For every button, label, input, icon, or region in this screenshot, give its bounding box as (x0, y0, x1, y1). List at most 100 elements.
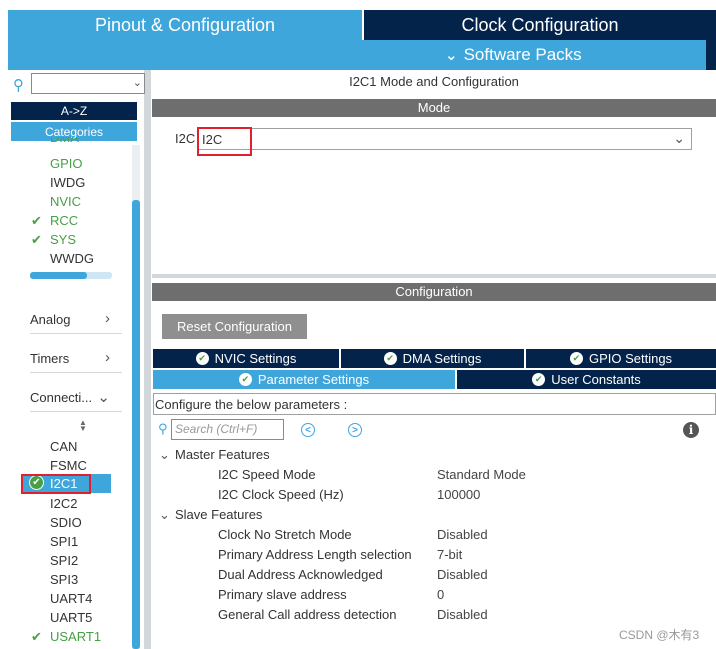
list-item-fsmc[interactable]: FSMC (50, 458, 87, 473)
section-splitter[interactable] (152, 274, 716, 278)
i2c-mode-select[interactable]: I2C ⌄ (198, 128, 692, 150)
panel-splitter[interactable] (144, 70, 151, 649)
component-search-combo[interactable]: ⌄ (31, 73, 145, 94)
next-match-icon[interactable]: > (348, 423, 362, 437)
list-item-spi2[interactable]: SPI2 (50, 553, 78, 568)
group-slave-features[interactable]: ⌄ Slave Features (159, 507, 262, 523)
category-label: Connecti... (30, 390, 93, 405)
tab-label: NVIC Settings (214, 351, 297, 366)
param-name: I2C Speed Mode (218, 467, 316, 482)
reset-configuration-button[interactable]: Reset Configuration (162, 314, 307, 339)
tab-label: DMA Settings (402, 351, 482, 366)
checkmark-icon: ✔ (31, 232, 42, 247)
param-name: Primary slave address (218, 587, 347, 602)
mode-config-title: I2C1 Mode and Configuration (349, 74, 519, 89)
tree-scrollbar-thumb[interactable] (132, 200, 140, 649)
list-item-uart4[interactable]: UART4 (50, 591, 92, 606)
chevron-down-icon: ⌄ (159, 447, 170, 462)
group-label: Master Features (175, 447, 270, 462)
previous-match-icon[interactable]: < (301, 423, 315, 437)
param-name: I2C Clock Speed (Hz) (218, 487, 344, 502)
chevron-right-icon: › (105, 349, 110, 366)
highlight-box (197, 127, 252, 156)
category-label: Timers (30, 351, 70, 366)
i2c-mode-label: I2C (175, 131, 196, 146)
param-value[interactable]: Disabled (437, 607, 488, 622)
list-item-rcc[interactable]: RCC (50, 213, 78, 228)
param-name: Clock No Stretch Mode (218, 527, 352, 542)
param-value[interactable]: Disabled (437, 567, 488, 582)
mode-section-header: Mode (152, 99, 716, 117)
chevron-down-icon: ⌄ (159, 507, 170, 522)
list-item-usart1[interactable]: USART1 (50, 629, 101, 644)
chevron-down-icon: ⌄ (97, 389, 110, 406)
sub-toolbar (8, 40, 716, 70)
highlight-box (21, 474, 91, 494)
list-item-gpio[interactable]: GPIO (50, 156, 83, 171)
checkmark-icon: ✔ (31, 629, 42, 644)
tab-nvic-settings[interactable]: ✔ NVIC Settings (153, 349, 339, 368)
software-packs-label: Software Packs (463, 45, 582, 64)
list-item-nvic[interactable]: NVIC (50, 194, 81, 209)
tab-pinout-label: Pinout & Configuration (94, 14, 276, 35)
category-connectivity[interactable]: Connecti... ⌄ (30, 389, 122, 412)
param-name: Primary Address Length selection (218, 547, 412, 562)
checkmark-icon: ✔ (31, 213, 42, 228)
chevron-right-icon: › (105, 310, 110, 327)
list-item-sys[interactable]: SYS (50, 232, 76, 247)
param-name: Dual Address Acknowledged (218, 567, 383, 582)
list-item-wwdg[interactable]: WWDG (50, 251, 94, 266)
tab-gpio-settings[interactable]: ✔ GPIO Settings (526, 349, 716, 368)
search-icon: ⚲ (158, 421, 168, 436)
tab-label: Parameter Settings (257, 372, 370, 387)
tab-pinout-configuration[interactable]: Pinout & Configuration (8, 10, 362, 40)
parameters-hint: Configure the below parameters : (153, 393, 716, 415)
sort-az-label: A->Z (60, 104, 88, 118)
sort-az-button[interactable]: A->Z (11, 102, 137, 120)
configuration-section-header: Configuration (152, 283, 716, 301)
param-value[interactable]: Standard Mode (437, 467, 526, 482)
software-packs-menu[interactable]: ⌄ Software Packs (445, 40, 582, 70)
tab-label: GPIO Settings (588, 351, 673, 366)
param-value[interactable]: 100000 (437, 487, 480, 502)
list-item-label: DMA (50, 137, 79, 145)
tab-dma-settings[interactable]: ✔ DMA Settings (341, 349, 524, 368)
check-circle-icon: ✔ (383, 352, 397, 365)
sub-toolbar-edge (706, 40, 716, 70)
param-name: General Call address detection (218, 607, 397, 622)
sort-arrows-icon[interactable]: ▲ ▼ (79, 419, 87, 433)
chevron-down-icon: ⌄ (445, 47, 458, 64)
list-item-spi3[interactable]: SPI3 (50, 572, 78, 587)
list-item-dma[interactable]: DMA (50, 137, 79, 149)
category-label: Analog (30, 312, 71, 327)
horizontal-scrollbar[interactable] (30, 272, 112, 279)
list-item-uart5[interactable]: UART5 (50, 610, 92, 625)
tab-parameter-settings[interactable]: ✔ Parameter Settings (153, 370, 455, 389)
tab-label: User Constants (551, 372, 641, 387)
chevron-down-icon: ⌄ (132, 77, 142, 89)
param-value[interactable]: 0 (437, 587, 444, 602)
list-item-iwdg[interactable]: IWDG (50, 175, 85, 190)
check-circle-icon: ✔ (238, 373, 252, 386)
list-item-spi1[interactable]: SPI1 (50, 534, 78, 549)
category-analog[interactable]: Analog › (30, 310, 122, 334)
reset-configuration-label: Reset Configuration (177, 319, 292, 334)
list-item-sdio[interactable]: SDIO (50, 515, 82, 530)
param-value[interactable]: 7-bit (437, 547, 462, 562)
check-circle-icon: ✔ (195, 352, 209, 365)
list-item-i2c2[interactable]: I2C2 (50, 496, 77, 511)
list-item-can[interactable]: CAN (50, 439, 77, 454)
category-timers[interactable]: Timers › (30, 349, 122, 373)
tab-clock-configuration[interactable]: Clock Configuration (364, 10, 716, 40)
tab-clock-label: Clock Configuration (461, 14, 619, 35)
param-value[interactable]: Disabled (437, 527, 488, 542)
group-master-features[interactable]: ⌄ Master Features (159, 447, 270, 463)
parameter-search-input[interactable]: Search (Ctrl+F) (171, 419, 284, 440)
tab-user-constants[interactable]: ✔ User Constants (457, 370, 716, 389)
group-label: Slave Features (175, 507, 263, 522)
check-circle-icon: ✔ (569, 352, 583, 365)
watermark: CSDN @木有3 (619, 628, 700, 642)
check-circle-icon: ✔ (532, 373, 546, 386)
info-icon[interactable]: i (683, 422, 699, 438)
chevron-down-icon: ⌄ (673, 130, 685, 146)
